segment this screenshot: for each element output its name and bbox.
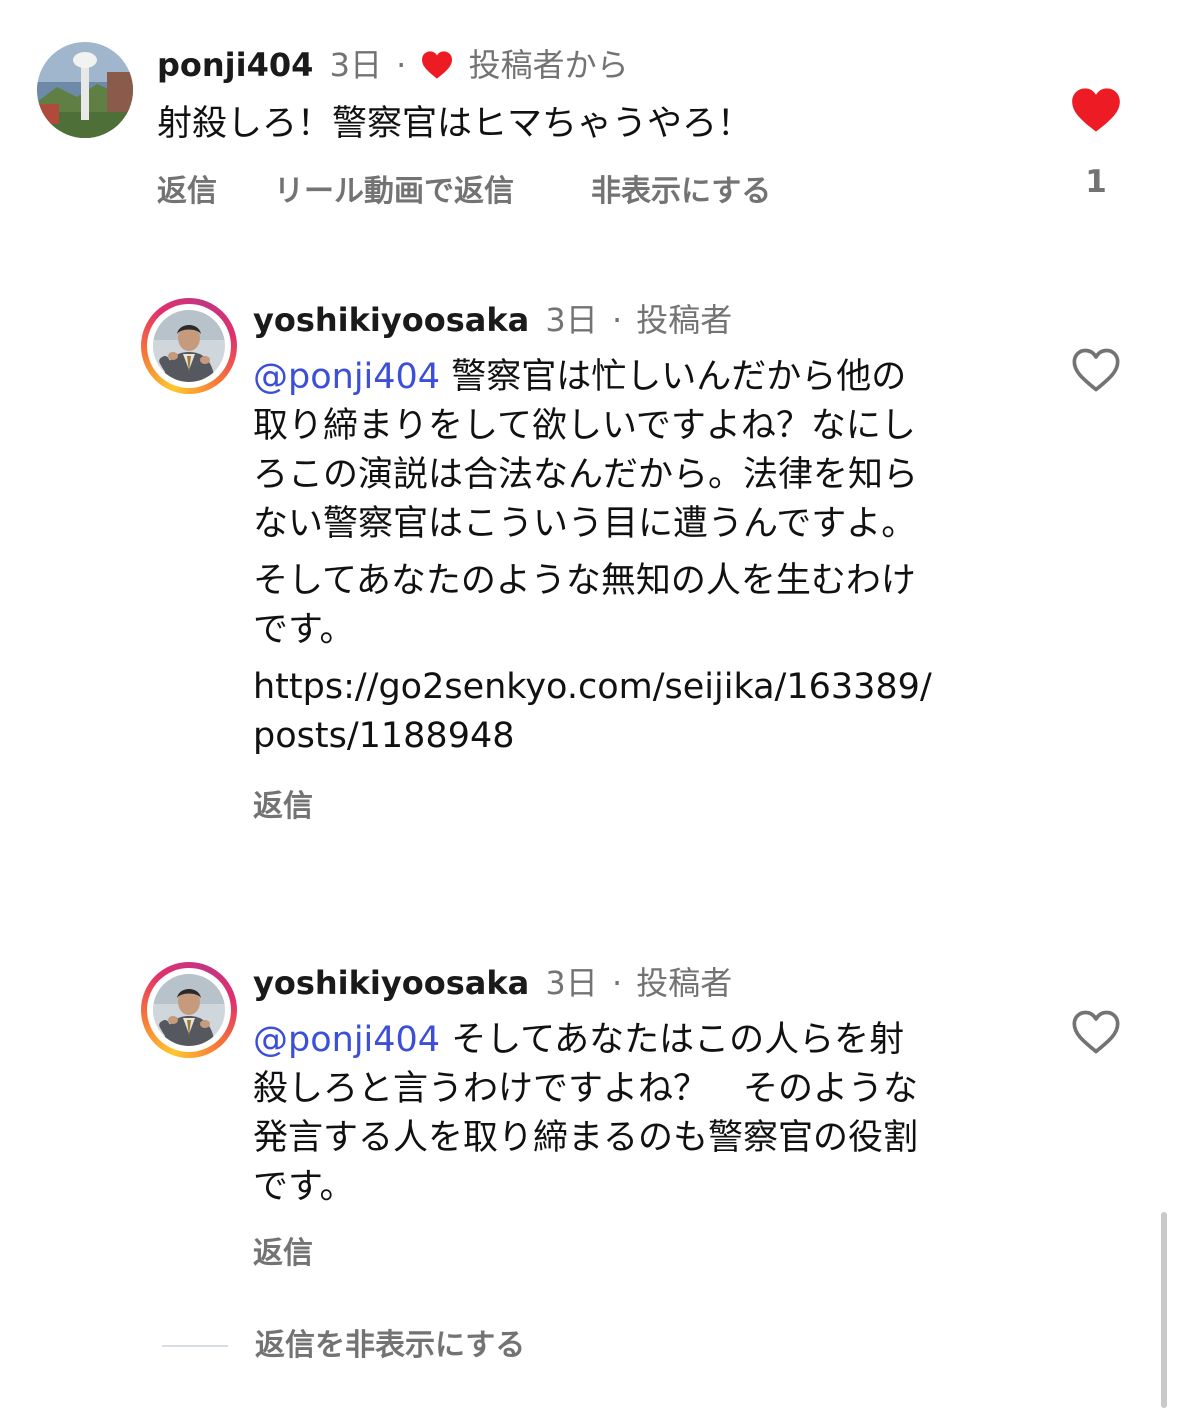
username[interactable]: ponji404 [157,46,313,84]
comment-time: 3日 [329,46,382,84]
heart-outline-icon[interactable] [1070,1008,1122,1056]
reply-button[interactable]: 返信 [157,172,217,212]
avatar-ponji404[interactable] [37,42,133,138]
author-badge: 投稿者 [636,301,733,339]
reply-button[interactable]: 返信 [253,1234,313,1274]
text-line: https://go2senkyo.com/seijika/163389/ [253,667,932,707]
avatar-photo [37,42,133,138]
heart-filled-icon [420,49,454,89]
comment-meta: ponji404 3日 · 投稿者から [157,45,629,89]
mention-link[interactable]: @ponji404 [253,357,440,397]
meta-separator: · [611,301,623,339]
divider-line [162,1345,228,1347]
text-line: ろこの演説は合法なんだから。法律を知ら [253,455,919,495]
avatar-photo [153,310,225,382]
text-line: ない警察官はこういう目に遭うんですよ。 [253,504,917,544]
text-paragraph: そしてあなたのような無知の人を生むわけ です。 [253,557,1013,655]
avatar-yoshikiyoosaka[interactable] [141,962,237,1058]
text-line: です。 [253,610,355,650]
scrollbar[interactable] [1161,1212,1167,1408]
comment-text: 射殺しろ！警察官はヒマちゃうやろ！ [157,104,753,144]
like-count: 1 [1085,164,1107,200]
hide-comment-button[interactable]: 非表示にする [591,172,771,212]
username[interactable]: yoshikiyoosaka [253,301,529,339]
heart-outline-icon[interactable] [1070,346,1122,394]
meta-separator: · [611,964,623,1002]
text-line: 殺しろと言うわけですよね？ そのような [253,1069,919,1109]
comment-meta: yoshikiyoosaka 3日 · 投稿者 [253,300,732,340]
text-line: @ponji404 そしてあなたはこの人らを射 [253,1020,905,1060]
hide-replies-button[interactable]: 返信を非表示にする [255,1326,525,1366]
avatar-photo [153,974,225,1046]
author-badge: 投稿者 [636,964,733,1002]
reply-with-reel-button[interactable]: リール動画で返信 [274,172,514,212]
author-badge: 投稿者から [468,46,629,84]
comment-time: 3日 [545,964,598,1002]
text-line: @ponji404 警察官は忙しいんだから他の [253,357,907,397]
comment-meta: yoshikiyoosaka 3日 · 投稿者 [253,963,732,1003]
username[interactable]: yoshikiyoosaka [253,964,529,1002]
text-line: 取り締まりをして欲しいですよね？なにし [253,406,916,446]
heart-filled-icon[interactable] [1070,86,1122,134]
text-line: です。 [253,1167,355,1207]
url-link[interactable]: https://go2senkyo.com/seijika/163389/ po… [253,663,1013,761]
mention-link[interactable]: @ponji404 [253,1020,440,1060]
reply-button[interactable]: 返信 [253,787,313,827]
comment-text: @ponji404 警察官は忙しいんだから他の 取り締まりをして欲しいですよね？… [253,353,1013,761]
meta-separator: · [396,46,407,84]
text-line: そしてあなたのような無知の人を生むわけ [253,561,916,601]
comment-time: 3日 [545,301,598,339]
text-line: posts/1188948 [253,716,515,756]
text-line: 発言する人を取り締まるのも警察官の役割 [253,1118,919,1158]
avatar-yoshikiyoosaka[interactable] [141,298,237,394]
comment-text: @ponji404 そしてあなたはこの人らを射 殺しろと言うわけですよね？ その… [253,1016,1013,1212]
